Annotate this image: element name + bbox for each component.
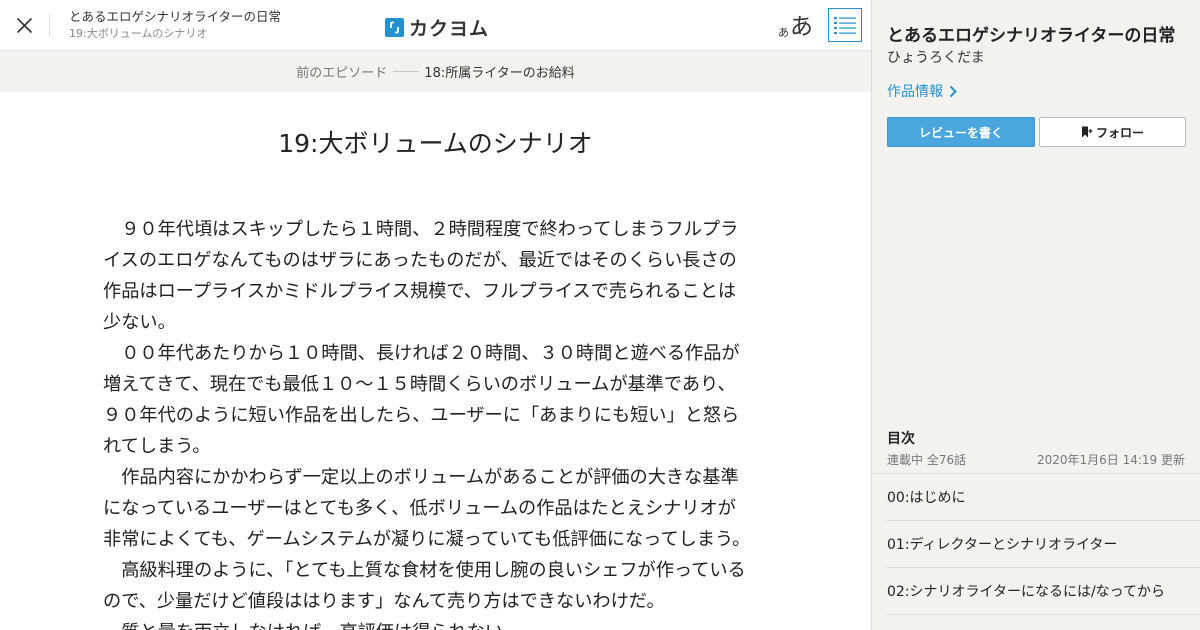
work-info-label: 作品情報 <box>887 84 943 100</box>
body-paragraph: ００年代あたりから１０時間、長ければ２０時間、３０時間と遊べる作品が増えてきて、… <box>103 343 740 457</box>
previous-episode-link[interactable]: 18:所属ライターのお給料 <box>424 62 574 81</box>
close-icon <box>16 17 33 33</box>
toc-meta: 連載中 全76話 2020年1月6日 14:19 更新 <box>887 451 1185 468</box>
episode-body: ９０年代頃はスキップしたら１時間、２時間程度で終わってしまうフルプライスのエロゲ… <box>103 214 753 630</box>
font-small-glyph: あ <box>778 26 789 39</box>
write-review-label: レビューを書く <box>918 125 1003 140</box>
kakuyomu-logo[interactable]: カクヨム <box>385 14 489 41</box>
toc-item[interactable]: 02:シナリオライターになるには/なってから <box>887 568 1200 615</box>
reader-main: とあるエロゲシナリオライターの日常 19:大ボリュームのシナリオ カクヨム あ … <box>0 0 871 630</box>
previous-episode-label[interactable]: 前のエピソード <box>296 62 387 81</box>
work-title[interactable]: とあるエロゲシナリオライターの日常 <box>69 9 281 25</box>
toc-sidebar: とあるエロゲシナリオライターの日常 ひょうろくだま 作品情報 レビューを書く フ… <box>871 0 1200 630</box>
font-size-button[interactable]: あ あ <box>778 10 813 40</box>
body-paragraph: 高級料理のように、「とても上質な食材を使用し腕の良いシェフが作っているので、少量… <box>103 560 746 612</box>
close-button[interactable] <box>0 13 50 37</box>
top-bar: とあるエロゲシナリオライターの日常 19:大ボリュームのシナリオ カクヨム あ … <box>0 0 871 51</box>
previous-episode-bar: 前のエピソード 18:所属ライターのお給料 <box>0 51 871 92</box>
follow-label: フォロー <box>1095 125 1144 140</box>
write-review-button[interactable]: レビューを書く <box>887 117 1035 147</box>
logo-mark-icon <box>385 18 404 37</box>
episode-title: 19:大ボリュームのシナリオ <box>278 129 593 158</box>
chevron-right-icon <box>949 85 957 97</box>
sidebar-author[interactable]: ひょうろくだま <box>887 47 985 67</box>
toc-list: 00:はじめに 01:ディレクターとシナリオライター 02:シナリオライターにな… <box>872 473 1200 615</box>
episode-subtitle: 19:大ボリュームのシナリオ <box>69 26 208 40</box>
logo-text: カクヨム <box>409 18 490 40</box>
work-info-link[interactable]: 作品情報 <box>887 81 957 101</box>
toc-toggle-button[interactable] <box>828 8 862 42</box>
body-paragraph: 作品内容にかかわらず一定以上のボリュームがあることが評価の大きな基準になっている… <box>103 467 751 550</box>
toc-item[interactable]: 00:はじめに <box>887 474 1200 521</box>
toc-item[interactable]: 01:ディレクターとシナリオライター <box>887 521 1200 568</box>
follow-button[interactable]: フォロー <box>1039 117 1186 147</box>
toc-status: 連載中 全76話 <box>887 453 967 467</box>
toc-updated: 2020年1月6日 14:19 更新 <box>1036 453 1185 467</box>
sidebar-work-title[interactable]: とあるエロゲシナリオライターの日常 <box>887 21 1175 46</box>
list-icon <box>834 17 856 34</box>
reader-page: とあるエロゲシナリオライターの日常 19:大ボリュームのシナリオ カクヨム あ … <box>0 0 1200 630</box>
body-paragraph: ９０年代頃はスキップしたら１時間、２時間程度で終わってしまうフルプライスのエロゲ… <box>103 219 739 333</box>
toc-heading: 目次 <box>887 431 915 447</box>
body-paragraph: 質と量を両立しなければ、高評価は得られない。 <box>103 617 753 630</box>
previous-episode-divider <box>393 71 420 72</box>
header-title-block: とあるエロゲシナリオライターの日常 19:大ボリュームのシナリオ <box>50 9 281 40</box>
font-large-glyph: あ <box>790 14 813 40</box>
bookmark-plus-icon <box>1081 126 1093 138</box>
